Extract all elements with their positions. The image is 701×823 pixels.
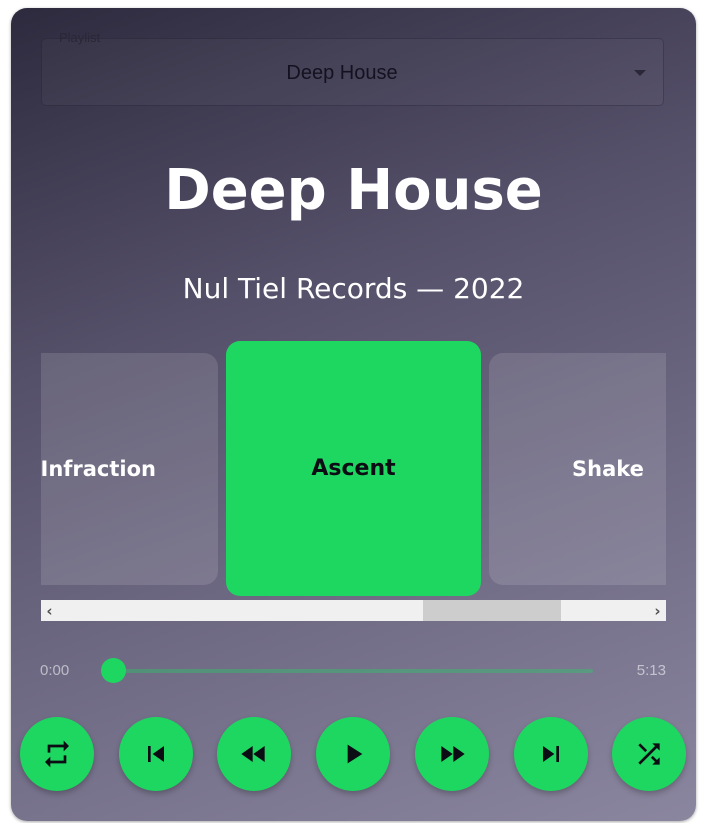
- track-card-next[interactable]: Shake: [489, 353, 666, 585]
- skip-previous-button[interactable]: [119, 717, 193, 791]
- rewind-button[interactable]: [217, 717, 291, 791]
- carousel-scrollbar[interactable]: ‹ ›: [41, 600, 666, 621]
- shuffle-icon: [638, 743, 660, 765]
- album-subtitle: Nul Tiel Records — 2022: [182, 272, 525, 305]
- playlist-select[interactable]: Deep House: [41, 38, 664, 106]
- skip-previous-icon: [148, 746, 164, 762]
- playlist-selected-value: Deep House: [286, 62, 398, 84]
- scroll-left-icon[interactable]: ‹: [41, 600, 58, 621]
- track-title-previous: Infraction: [41, 457, 156, 481]
- current-time: 0:00: [40, 662, 70, 679]
- play-button[interactable]: [316, 717, 390, 791]
- track-card-current[interactable]: Ascent: [226, 341, 481, 596]
- shuffle-button[interactable]: [612, 717, 686, 791]
- scrollbar-thumb[interactable]: [423, 600, 561, 621]
- skip-next-button[interactable]: [514, 717, 588, 791]
- music-player: Deep House Playlist Deep House Nul Tiel …: [11, 8, 696, 821]
- seek-slider[interactable]: [101, 658, 593, 683]
- album-title: Deep House: [164, 158, 543, 223]
- skip-next-icon: [543, 746, 559, 762]
- track-card-previous[interactable]: Infraction: [41, 353, 218, 585]
- dropdown-arrow-icon: [634, 70, 646, 76]
- track-title-current: Ascent: [311, 456, 396, 481]
- play-icon: [347, 744, 363, 764]
- track-title-next: Shake: [572, 457, 644, 481]
- total-time: 5:13: [636, 662, 666, 679]
- scroll-right-icon[interactable]: ›: [649, 600, 666, 621]
- repeat-icon: [45, 740, 69, 768]
- rewind-icon: [241, 746, 265, 762]
- fast-forward-button[interactable]: [415, 717, 489, 791]
- fast-forward-icon: [441, 746, 465, 762]
- seek-thumb[interactable]: [101, 658, 126, 683]
- repeat-button[interactable]: [20, 717, 94, 791]
- playlist-label: Playlist: [59, 30, 101, 45]
- track-carousel[interactable]: Infraction Ascent Shake: [41, 338, 666, 600]
